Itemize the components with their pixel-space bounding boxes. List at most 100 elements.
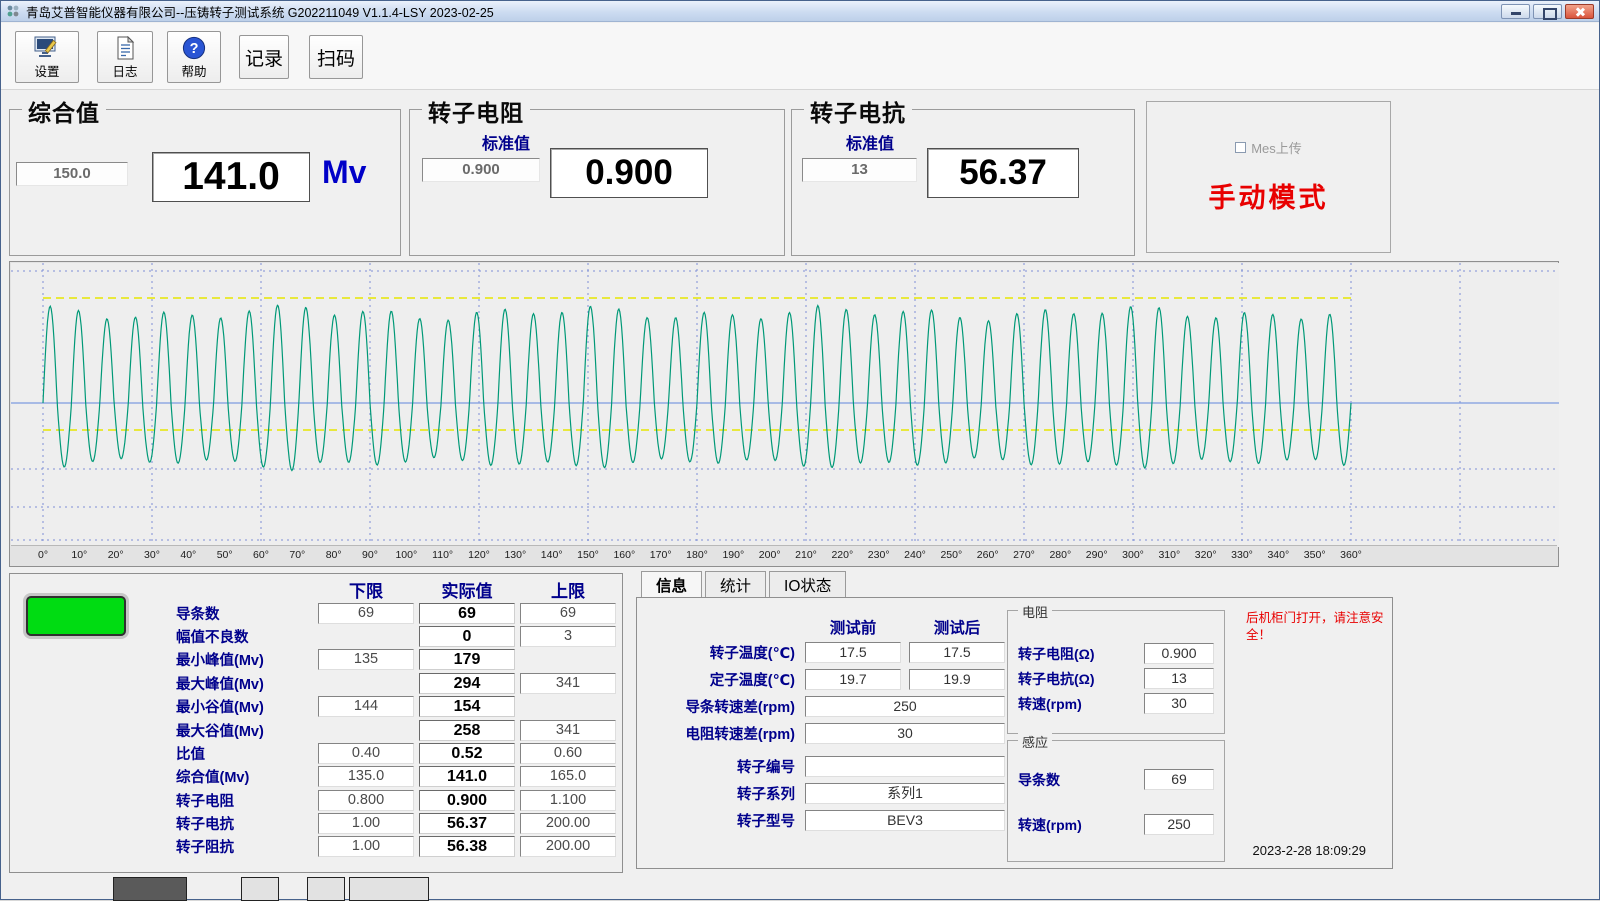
high-limit-field[interactable]: 341	[520, 720, 616, 741]
window-controls	[1501, 4, 1594, 19]
info-value-field[interactable]: 30	[805, 723, 1005, 744]
group-value-field[interactable]: 13	[1144, 668, 1214, 689]
info-field-label: 电阻转速差(rpm)	[647, 723, 795, 744]
low-limit-field[interactable]: 1.00	[318, 836, 414, 857]
actual-value-field: 56.38	[419, 836, 515, 857]
empty-cell	[520, 696, 616, 717]
actual-value-field: 56.37	[419, 813, 515, 834]
after-test-field[interactable]: 17.5	[909, 642, 1005, 663]
composite-standard-field[interactable]: 150.0	[16, 162, 128, 186]
result-row-label: 转子电阻	[164, 790, 314, 811]
low-limit-field[interactable]: 135	[318, 649, 414, 670]
x-axis-tick: 340°	[1267, 549, 1289, 561]
taskbar-fragment	[307, 877, 345, 901]
minimize-button[interactable]	[1501, 4, 1530, 19]
x-axis-tick: 160°	[613, 549, 635, 561]
info-value-field[interactable]	[805, 756, 1005, 777]
tab-statistics[interactable]: 统计	[705, 571, 766, 598]
high-limit-field[interactable]: 200.00	[520, 836, 616, 857]
info-value-field[interactable]: 系列1	[805, 783, 1005, 804]
app-window: 青岛艾普智能仪器有限公司--压铸转子测试系统 G202211049 V1.1.4…	[0, 0, 1600, 900]
info-field-row: 定子温度(℃)19.719.9	[647, 669, 1013, 690]
x-axis-tick: 10°	[71, 549, 87, 561]
resistance-standard-field[interactable]: 0.900	[422, 158, 540, 182]
info-field-row: 电阻转速差(rpm) 30	[647, 723, 1013, 744]
x-axis-tick: 310°	[1158, 549, 1180, 561]
log-button[interactable]: 日志	[97, 31, 153, 83]
x-axis-tick: 130°	[504, 549, 526, 561]
tab-io-status[interactable]: IO状态	[769, 571, 846, 598]
mes-upload-checkbox[interactable]	[1235, 142, 1246, 153]
x-axis-tick: 30°	[144, 549, 160, 561]
high-limit-field[interactable]: 1.100	[520, 790, 616, 811]
x-axis-tick: 220°	[831, 549, 853, 561]
group-value-field[interactable]: 250	[1144, 814, 1214, 835]
before-test-field[interactable]: 19.7	[805, 669, 901, 690]
high-limit-field[interactable]: 69	[520, 603, 616, 624]
high-limit-field[interactable]: 200.00	[520, 813, 616, 834]
rotor-reactance-panel: 转子电抗 标准值 13 56.37	[791, 109, 1135, 256]
results-table: 下限 实际值 上限 导条数696969幅值不良数03最小峰值(Mv)135179…	[164, 578, 617, 859]
record-button[interactable]: 记录	[239, 35, 289, 79]
before-test-field[interactable]: 17.5	[805, 642, 901, 663]
info-fields: 转子温度(℃)17.517.5定子温度(℃)19.719.9导条转速差(rpm)…	[647, 642, 1013, 837]
x-axis-tick: 100°	[395, 549, 417, 561]
results-header-high: 上限	[519, 577, 617, 602]
safety-warning-text: 后机柜门打开，请注意安全！	[1246, 610, 1386, 644]
col-header-after-test: 测试后	[909, 616, 1005, 638]
titlebar: 青岛艾普智能仪器有限公司--压铸转子测试系统 G202211049 V1.1.4…	[1, 1, 1599, 22]
x-axis-tick: 70°	[289, 549, 305, 561]
results-header-actual: 实际值	[418, 577, 516, 602]
empty-cell	[318, 626, 414, 647]
result-row-label: 最小谷值(Mv)	[164, 696, 314, 717]
x-axis-tick: 280°	[1049, 549, 1071, 561]
help-question-icon: ?	[182, 36, 206, 65]
scan-button[interactable]: 扫码	[309, 35, 363, 79]
settings-button[interactable]: 设置	[15, 31, 79, 83]
info-field-label: 转子系列	[647, 783, 795, 804]
waveform-chart: 0°10°20°30°40°50°60°70°80°90°100°110°120…	[9, 261, 1559, 567]
result-row-label: 转子电抗	[164, 813, 314, 834]
group-field-label: 转速(rpm)	[1018, 815, 1082, 835]
high-limit-field[interactable]: 3	[520, 626, 616, 647]
x-axis-tick: 270°	[1013, 549, 1035, 561]
resistance-standard-label: 标准值	[446, 130, 566, 154]
col-header-before-test: 测试前	[805, 616, 901, 638]
scan-button-label: 扫码	[317, 44, 355, 71]
result-row-label: 转子阻抗	[164, 836, 314, 857]
info-field-label: 转子型号	[647, 810, 795, 831]
low-limit-field[interactable]: 135.0	[318, 766, 414, 787]
info-value-field[interactable]: BEV3	[805, 810, 1005, 831]
tab-info[interactable]: 信息	[641, 571, 702, 598]
reactance-standard-field[interactable]: 13	[802, 158, 917, 182]
close-button[interactable]	[1565, 4, 1594, 19]
actual-value-field: 179	[419, 649, 515, 670]
help-button[interactable]: ? 帮助	[167, 31, 221, 83]
after-test-field[interactable]: 19.9	[909, 669, 1005, 690]
group-value-field[interactable]: 30	[1144, 693, 1214, 714]
chart-x-axis: 0°10°20°30°40°50°60°70°80°90°100°110°120…	[11, 545, 1557, 565]
low-limit-field[interactable]: 0.800	[318, 790, 414, 811]
info-value-field[interactable]: 250	[805, 696, 1005, 717]
group-value-field[interactable]: 0.900	[1144, 643, 1214, 664]
high-limit-field[interactable]: 165.0	[520, 766, 616, 787]
low-limit-field[interactable]: 69	[318, 603, 414, 624]
actual-value-field: 294	[419, 673, 515, 694]
high-limit-field[interactable]: 341	[520, 673, 616, 694]
log-button-label: 日志	[112, 66, 137, 79]
low-limit-field[interactable]: 0.40	[318, 743, 414, 764]
help-button-label: 帮助	[181, 66, 206, 79]
high-limit-field[interactable]: 0.60	[520, 743, 616, 764]
info-field-label: 转子温度(℃)	[647, 642, 795, 663]
group-value-field[interactable]: 69	[1144, 769, 1214, 790]
low-limit-field[interactable]: 1.00	[318, 813, 414, 834]
waveform-svg	[11, 263, 1559, 547]
maximize-button[interactable]	[1533, 4, 1562, 19]
x-axis-tick: 0°	[38, 549, 48, 561]
rotor-resistance-panel: 转子电阻 标准值 0.900 0.900	[409, 109, 785, 256]
low-limit-field[interactable]: 144	[318, 696, 414, 717]
x-axis-tick: 50°	[217, 549, 233, 561]
composite-unit-label: Mv	[322, 154, 366, 191]
x-axis-tick: 190°	[722, 549, 744, 561]
result-row-label: 综合值(Mv)	[164, 766, 314, 787]
